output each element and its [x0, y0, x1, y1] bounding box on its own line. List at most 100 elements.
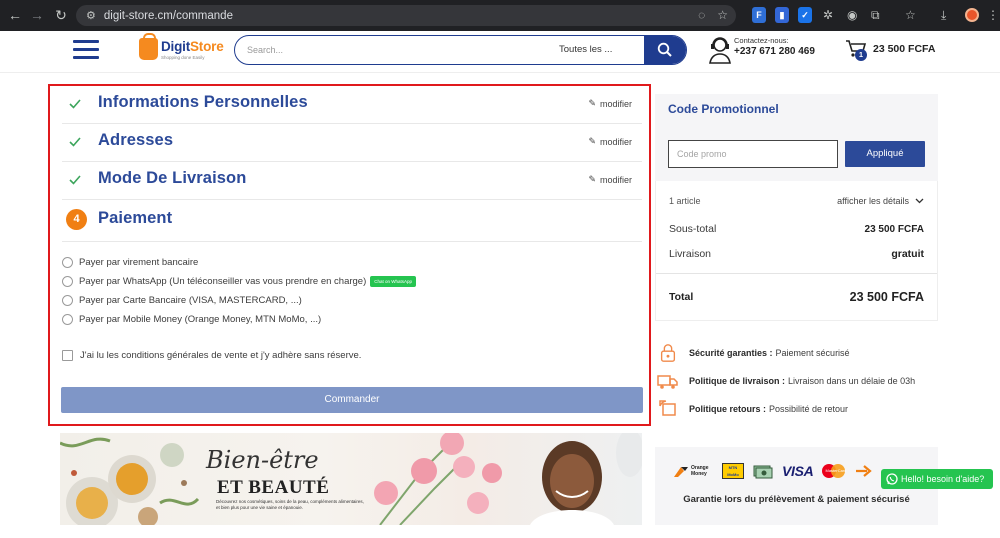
chat-on-whatsapp-button[interactable]: Chat on WhatsApp	[370, 275, 417, 287]
bookmark-star-icon[interactable]: ☆	[717, 8, 728, 22]
eye-off-icon[interactable]: ◌	[698, 8, 705, 22]
cart-total: 23 500 FCFA	[873, 43, 936, 55]
extensions-puzzle-icon[interactable]: ⧉	[871, 8, 880, 23]
banner-description: Découvrez nos cosmétiques, soins de la p…	[216, 499, 364, 510]
radio-button[interactable]	[62, 294, 73, 306]
extension-icon[interactable]: ✓	[798, 7, 812, 23]
subtotal-label: Sous-total	[669, 223, 717, 235]
extension-icon[interactable]: ✲	[823, 8, 833, 22]
pencil-icon: ✎	[588, 136, 596, 146]
support-agent-icon	[709, 37, 731, 64]
download-icon[interactable]: ⤓	[941, 8, 946, 23]
step-title: Informations Personnelles	[98, 93, 308, 111]
whatsapp-help-button[interactable]: Hello! besoin d'aide?	[881, 469, 993, 489]
shipping-label: Livraison	[669, 248, 712, 260]
promo-banner[interactable]: Bien-être ET BEAUTÉ Découvrez nos cosmét…	[60, 433, 642, 525]
extension-icon[interactable]: ◉	[847, 8, 857, 22]
step-addresses[interactable]: Adresses ✎ modifier	[62, 124, 642, 162]
terms-checkbox[interactable]	[62, 350, 73, 361]
apply-promo-button[interactable]: Appliqué	[845, 141, 925, 167]
assurance-text: Livraison dans un délaie de 03h	[788, 376, 916, 386]
pencil-icon: ✎	[588, 98, 596, 108]
arrow-right-icon	[856, 465, 873, 477]
assurance-title: Politique de livraison :	[689, 376, 786, 386]
search-category-select[interactable]: Toutes les ...	[559, 44, 612, 55]
extension-icon[interactable]: ▮	[775, 7, 789, 23]
profile-avatar[interactable]	[965, 8, 979, 22]
orange-money-icon	[674, 467, 688, 477]
payment-option-label: Payer par Carte Bancaire (VISA, MASTERCA…	[79, 294, 302, 306]
site-header: DigitStore Shopping done Easily Toutes l…	[0, 31, 1000, 73]
payment-option-label: Payer par virement bancaire	[79, 256, 199, 268]
contact-label: Contactez-nous:	[734, 36, 789, 45]
logo-tagline: Shopping done Easily	[161, 55, 205, 60]
contact-phone: +237 671 280 469	[734, 46, 815, 57]
cash-icon	[753, 465, 773, 479]
show-details-label: afficher les détails	[837, 196, 909, 206]
payment-option-label: Payer par Mobile Money (Orange Money, MT…	[79, 313, 322, 325]
hamburger-menu-icon[interactable]	[73, 40, 99, 59]
extension-icon[interactable]: F	[752, 7, 766, 23]
step-title: Paiement	[98, 209, 173, 227]
show-details-toggle[interactable]: afficher les détails	[837, 196, 924, 206]
assurance-text: Paiement sécurisé	[775, 348, 850, 358]
step-title: Adresses	[98, 131, 174, 149]
assurance-title: Sécurité garanties :	[689, 348, 773, 358]
promo-code-input[interactable]	[668, 140, 838, 168]
edit-link[interactable]: ✎ modifier	[588, 98, 632, 109]
mastercard-label: MasterCard	[825, 468, 847, 473]
step-delivery-mode[interactable]: Mode De Livraison ✎ modifier	[62, 162, 642, 200]
payment-option-whatsapp[interactable]: Payer par WhatsApp (Un téléconseiller va…	[62, 274, 417, 288]
check-icon	[69, 175, 81, 185]
radio-button[interactable]	[62, 313, 73, 325]
search-input[interactable]	[247, 42, 527, 58]
promo-code-panel: Code Promotionnel Appliqué	[655, 94, 938, 181]
logo-text: DigitStore	[161, 39, 224, 54]
assurance-delivery: Politique de livraison : Livraison dans u…	[657, 371, 915, 391]
forward-icon[interactable]: →	[24, 7, 50, 23]
edit-link[interactable]: ✎ modifier	[588, 136, 632, 147]
menu-kebab-icon[interactable]: ⋮	[987, 8, 999, 22]
pencil-icon: ✎	[588, 174, 596, 184]
assurance-text: Possibilité de retour	[769, 404, 849, 414]
subtotal-value: 23 500 FCFA	[864, 223, 924, 235]
payment-option-label: Payer par WhatsApp (Un téléconseiller va…	[79, 275, 367, 287]
terms-checkbox-row[interactable]: J'ai lu les conditions générales de vent…	[62, 350, 361, 361]
bookmarks-icon[interactable]: ☆	[905, 8, 916, 22]
return-icon	[659, 400, 676, 416]
visa-logo: VISA	[782, 463, 814, 479]
chevron-down-icon	[915, 198, 924, 204]
edit-label: modifier	[599, 136, 632, 147]
step-personal-info[interactable]: Informations Personnelles ✎ modifier	[62, 86, 642, 124]
whatsapp-icon	[886, 473, 898, 485]
site-settings-icon[interactable]: ⚙	[86, 9, 96, 22]
radio-button[interactable]	[62, 275, 73, 287]
tea-herbs-illustration	[60, 437, 200, 525]
orange-money-logo: Orange Money	[673, 464, 713, 478]
search-bar: Toutes les ...	[234, 35, 687, 65]
edit-link[interactable]: ✎ modifier	[588, 174, 632, 185]
mtn-momo-logo: MTN MoMo	[722, 463, 744, 479]
cart-button[interactable]: 1 23 500 FCFA	[845, 39, 935, 64]
payment-option-mobile-money[interactable]: Payer par Mobile Money (Orange Money, MT…	[62, 312, 321, 326]
terms-label: J'ai lu les conditions générales de vent…	[80, 350, 362, 361]
edit-label: modifier	[599, 98, 632, 109]
search-icon	[657, 42, 672, 57]
checkout-steps-panel: Informations Personnelles ✎ modifier Adre…	[48, 84, 651, 426]
whatsapp-help-label: Hello! besoin d'aide?	[901, 474, 985, 484]
total-value: 23 500 FCFA	[849, 290, 924, 304]
orange-money-label: Orange Money	[691, 465, 709, 477]
reload-icon[interactable]: ↻	[48, 7, 74, 24]
order-button[interactable]: Commander	[61, 387, 643, 413]
search-button[interactable]	[644, 36, 686, 64]
payment-option-bank-transfer[interactable]: Payer par virement bancaire	[62, 255, 198, 269]
check-icon	[69, 99, 81, 109]
shopping-bag-logo-icon	[139, 33, 158, 60]
address-url: digit-store.cm/commande	[103, 9, 233, 22]
payment-option-card[interactable]: Payer par Carte Bancaire (VISA, MASTERCA…	[62, 293, 302, 307]
lock-icon	[660, 344, 676, 362]
site-logo[interactable]: DigitStore Shopping done Easily	[139, 33, 224, 65]
radio-button[interactable]	[62, 256, 73, 268]
cart-count-badge: 1	[855, 49, 867, 61]
address-bar[interactable]: ⚙ digit-store.cm/commande ◌ ☆	[76, 5, 736, 26]
